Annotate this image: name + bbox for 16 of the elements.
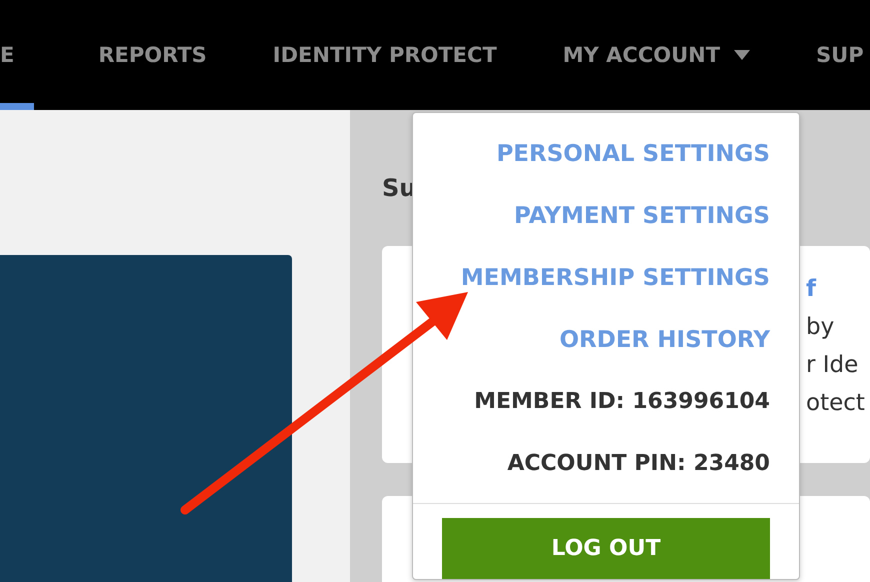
- account-info: MEMBER ID: 163996104: [474, 388, 770, 416]
- caret-icon: [734, 50, 750, 60]
- menu-link[interactable]: PAYMENT SETTINGS: [514, 185, 770, 247]
- card-text: by: [806, 313, 836, 342]
- card-text: r Ide: [806, 351, 860, 380]
- account-info: ACCOUNT PIN: 23480: [507, 450, 770, 478]
- card-text: otect: [806, 389, 866, 418]
- logout-button[interactable]: LOG OUT: [442, 518, 770, 579]
- nav-link[interactable]: REPORTS: [96, 0, 209, 110]
- menu-link[interactable]: ORDER HISTORY: [559, 309, 770, 371]
- menu-link[interactable]: MEMBERSHIP SETTINGS: [460, 247, 770, 309]
- menu-link[interactable]: PERSONAL SETTINGS: [496, 123, 770, 185]
- nav-link[interactable]: SUP: [814, 0, 866, 110]
- card-link[interactable]: f: [806, 270, 870, 308]
- nav-link[interactable]: MY ACCOUNT: [560, 0, 752, 110]
- nav-link[interactable]: IDENTITY PROTECT: [270, 0, 499, 110]
